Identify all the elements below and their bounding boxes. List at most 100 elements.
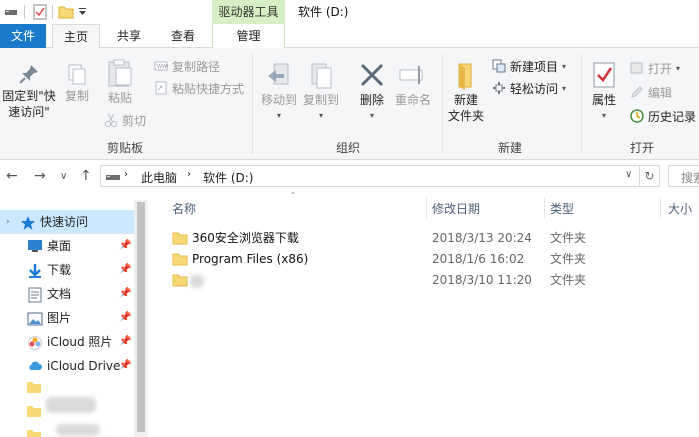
column-divider[interactable] [660, 198, 661, 218]
properties-quick-icon[interactable] [32, 4, 48, 20]
column-header-modified[interactable]: 修改日期 [432, 200, 480, 217]
up-arrow-icon[interactable]: ↑ [80, 168, 92, 184]
expand-chevron-icon[interactable]: › [6, 210, 10, 234]
title-bar: 驱动器工具 软件 (D:) [0, 0, 699, 24]
folder-icon [172, 253, 188, 266]
pin-icon: 📌 [119, 288, 132, 299]
paste-shortcut-icon [155, 81, 167, 95]
tab-manage[interactable]: 管理 [212, 24, 285, 48]
edit-label: 编辑 [648, 86, 673, 100]
paste-button[interactable]: 粘贴 [100, 58, 140, 106]
file-type: 文件夹 [550, 273, 587, 287]
tab-home[interactable]: 主页 [52, 24, 100, 49]
nav-item-pictures[interactable]: 图片 📌 [0, 306, 134, 330]
column-divider[interactable] [426, 198, 427, 218]
document-icon [28, 287, 42, 303]
navigation-bar: ← → ∨ ↑ › 此电脑 › 软件 (D:) ∨ ↻ 搜索 [0, 160, 699, 192]
nav-item-label: 桌面 [47, 239, 72, 253]
scissors-icon [105, 113, 117, 127]
file-row[interactable]: 360安全浏览器下载 2018/3/13 20:24 文件夹 [166, 228, 696, 248]
edit-pencil-icon [631, 86, 643, 98]
clipboard-group-label: 剪贴板 [106, 141, 143, 155]
address-bar[interactable]: › 此电脑 › 软件 (D:) ∨ [100, 165, 640, 187]
rename-button[interactable]: 重命名 [390, 60, 436, 108]
address-dropdown-chevron-icon[interactable]: ∨ [625, 169, 632, 180]
redacted-file-name [190, 274, 204, 288]
column-header-name[interactable]: 名称 [172, 200, 196, 217]
ribbon-group-divider [252, 54, 253, 154]
ribbon-tab-bar: 文件 主页 共享 查看 管理 [0, 24, 699, 49]
tab-share[interactable]: 共享 [104, 24, 154, 48]
copy-button[interactable]: 复制 [60, 62, 94, 104]
nav-item-quick-access[interactable]: › 快速访问 [0, 210, 134, 234]
ribbon-group-divider [581, 54, 582, 154]
sort-ascending-icon: ˄ [291, 192, 296, 202]
nav-item-icloud-photos[interactable]: iCloud 照片 📌 [0, 330, 134, 354]
new-folder-quick-icon[interactable] [58, 4, 74, 20]
forward-arrow-icon[interactable]: → [34, 168, 46, 184]
file-name: Program Files (x86) [192, 252, 309, 266]
nav-item-label: 快速访问 [40, 215, 89, 229]
open-dropdown-icon: ▾ [676, 64, 681, 73]
new-folder-button[interactable]: 新建 文件夹 [446, 60, 486, 124]
drive-icon [5, 10, 17, 15]
copy-path-icon: WWW [154, 61, 168, 71]
history-icon [630, 109, 644, 123]
pin-label-line1: 固定到"快 [2, 89, 56, 103]
tab-view[interactable]: 查看 [160, 24, 206, 48]
breadcrumb-this-pc[interactable]: 此电脑 [141, 169, 177, 186]
refresh-icon[interactable]: ↻ [640, 165, 660, 187]
window-title: 软件 (D:) [298, 5, 349, 19]
delete-button[interactable]: 删除 ▾ [354, 60, 390, 124]
column-divider[interactable] [544, 198, 545, 218]
paste-label: 粘贴 [107, 91, 132, 105]
folder-icon [27, 430, 41, 437]
pin-to-quick-access-button[interactable]: 固定到"快 速访问" [0, 62, 58, 120]
nav-item-desktop[interactable]: 桌面 📌 [0, 234, 134, 258]
tab-file[interactable]: 文件 [0, 24, 46, 48]
new-folder-label-line1: 新建 [453, 93, 478, 107]
file-type: 文件夹 [550, 252, 587, 266]
folder-icon [27, 382, 41, 393]
properties-button[interactable]: 属性 ▾ [586, 60, 622, 124]
scrollbar-thumb[interactable] [137, 202, 145, 432]
file-modified: 2018/3/10 11:20 [432, 273, 532, 287]
nav-item-downloads[interactable]: 下载 📌 [0, 258, 134, 282]
delete-x-icon [360, 63, 384, 87]
pin-icon: 📌 [119, 264, 132, 275]
nav-item-documents[interactable]: 文档 📌 [0, 282, 134, 306]
delete-dropdown-icon: ▾ [369, 111, 374, 120]
back-arrow-icon[interactable]: ← [6, 168, 18, 184]
column-header-type[interactable]: 类型 [550, 200, 574, 217]
breadcrumb-separator-icon: › [187, 169, 191, 180]
nav-item-icloud-drive[interactable]: iCloud Drive 📌 [0, 354, 134, 378]
file-row[interactable]: Program Files (x86) 2018/1/6 16:02 文件夹 [166, 249, 696, 269]
copy-label: 复制 [64, 89, 89, 103]
column-header-size[interactable]: 大小 [668, 200, 692, 217]
pin-label-line2: 速访问" [8, 105, 50, 119]
move-to-label: 移动到 [260, 93, 297, 107]
history-label: 历史记录 [648, 110, 697, 124]
new-folder-icon [458, 63, 472, 90]
move-to-button[interactable]: 移动到 ▾ [258, 60, 300, 124]
file-row[interactable]: 2018/3/10 11:20 文件夹 [166, 270, 696, 290]
quick-access-divider [24, 5, 25, 19]
easy-access-dropdown-icon: ▾ [562, 84, 567, 93]
redacted-item-label [46, 397, 96, 413]
move-to-icon [268, 63, 289, 85]
new-folder-label-line2: 文件夹 [447, 109, 484, 123]
copy-to-button[interactable]: 复制到 ▾ [300, 60, 342, 124]
drive-tools-context-header: 驱动器工具 [212, 0, 285, 24]
download-icon [29, 264, 41, 278]
navigation-pane-scrollbar[interactable] [134, 200, 148, 437]
star-icon [21, 216, 35, 230]
copy-to-icon [311, 63, 332, 89]
search-input[interactable]: 搜索 [668, 165, 699, 187]
breadcrumb-drive[interactable]: 软件 (D:) [203, 169, 253, 186]
icloud-drive-icon [29, 361, 42, 370]
new-item-icon [492, 59, 506, 73]
redacted-item-label [56, 424, 100, 436]
recent-locations-chevron-icon[interactable]: ∨ [60, 171, 67, 182]
paste-shortcut-label: 粘贴快捷方式 [172, 82, 245, 96]
customize-quick-access-icon[interactable] [78, 4, 88, 20]
